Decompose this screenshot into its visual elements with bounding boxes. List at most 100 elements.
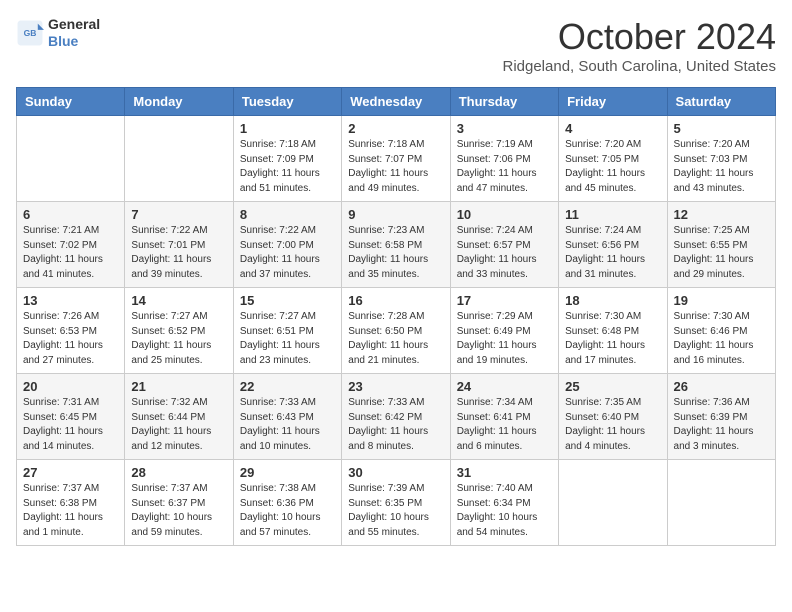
day-info: Sunrise: 7:33 AM Sunset: 6:42 PM Dayligh… xyxy=(348,396,443,454)
svg-text:GB: GB xyxy=(24,28,37,38)
day-info: Sunrise: 7:33 AM Sunset: 6:43 PM Dayligh… xyxy=(240,396,335,454)
day-info: Sunrise: 7:22 AM Sunset: 7:01 PM Dayligh… xyxy=(131,224,226,282)
day-info: Sunrise: 7:35 AM Sunset: 6:40 PM Dayligh… xyxy=(565,396,660,454)
logo-line1: General xyxy=(48,16,100,33)
day-info: Sunrise: 7:25 AM Sunset: 6:55 PM Dayligh… xyxy=(674,224,769,282)
calendar-cell-w1d2: 8 Sunrise: 7:22 AM Sunset: 7:00 PM Daylig… xyxy=(233,202,341,288)
day-number: 29 xyxy=(240,465,335,480)
day-number: 22 xyxy=(240,379,335,394)
calendar-cell-w1d1: 7 Sunrise: 7:22 AM Sunset: 7:01 PM Daylig… xyxy=(125,202,233,288)
day-number: 12 xyxy=(674,207,769,222)
day-number: 28 xyxy=(131,465,226,480)
calendar-cell-w3d1: 21 Sunrise: 7:32 AM Sunset: 6:44 PM Dayli… xyxy=(125,374,233,460)
day-info: Sunrise: 7:22 AM Sunset: 7:00 PM Dayligh… xyxy=(240,224,335,282)
calendar-cell-w4d3: 30 Sunrise: 7:39 AM Sunset: 6:35 PM Dayli… xyxy=(342,460,450,546)
calendar-cell-w0d1 xyxy=(125,116,233,202)
day-info: Sunrise: 7:18 AM Sunset: 7:07 PM Dayligh… xyxy=(348,138,443,196)
day-info: Sunrise: 7:36 AM Sunset: 6:39 PM Dayligh… xyxy=(674,396,769,454)
weekday-header-saturday: Saturday xyxy=(667,88,775,116)
calendar-cell-w2d0: 13Sunrise: 7:26 AM Sunset: 6:53 PM Dayli… xyxy=(17,288,125,374)
calendar-cell-w2d4: 17 Sunrise: 7:29 AM Sunset: 6:49 PM Dayli… xyxy=(450,288,558,374)
calendar-cell-w1d6: 12 Sunrise: 7:25 AM Sunset: 6:55 PM Dayli… xyxy=(667,202,775,288)
day-number: 9 xyxy=(348,207,443,222)
calendar-cell-w3d6: 26 Sunrise: 7:36 AM Sunset: 6:39 PM Dayli… xyxy=(667,374,775,460)
calendar-cell-w0d2: 1 Sunrise: 7:18 AM Sunset: 7:09 PM Daylig… xyxy=(233,116,341,202)
calendar-cell-w0d5: 4 Sunrise: 7:20 AM Sunset: 7:05 PM Daylig… xyxy=(559,116,667,202)
day-number: 25 xyxy=(565,379,660,394)
day-number: 14 xyxy=(131,293,226,308)
calendar-cell-w1d4: 10 Sunrise: 7:24 AM Sunset: 6:57 PM Dayli… xyxy=(450,202,558,288)
day-number: 11 xyxy=(565,207,660,222)
calendar-cell-w2d1: 14 Sunrise: 7:27 AM Sunset: 6:52 PM Dayli… xyxy=(125,288,233,374)
day-info: Sunrise: 7:24 AM Sunset: 6:57 PM Dayligh… xyxy=(457,224,552,282)
day-info: Sunrise: 7:20 AM Sunset: 7:03 PM Dayligh… xyxy=(674,138,769,196)
day-number: 26 xyxy=(674,379,769,394)
day-number: 31 xyxy=(457,465,552,480)
title-block: October 2024 Ridgeland, South Carolina, … xyxy=(502,16,776,75)
calendar-cell-w4d6 xyxy=(667,460,775,546)
day-number: 21 xyxy=(131,379,226,394)
calendar-cell-w1d5: 11 Sunrise: 7:24 AM Sunset: 6:56 PM Dayli… xyxy=(559,202,667,288)
day-info: Sunrise: 7:40 AM Sunset: 6:34 PM Dayligh… xyxy=(457,482,552,540)
day-info: Sunrise: 7:20 AM Sunset: 7:05 PM Dayligh… xyxy=(565,138,660,196)
weekday-header-friday: Friday xyxy=(559,88,667,116)
day-number: 17 xyxy=(457,293,552,308)
day-number: 10 xyxy=(457,207,552,222)
day-number: 15 xyxy=(240,293,335,308)
day-info: Sunrise: 7:27 AM Sunset: 6:51 PM Dayligh… xyxy=(240,310,335,368)
day-info: Sunrise: 7:31 AM Sunset: 6:45 PM Dayligh… xyxy=(23,396,118,454)
calendar-cell-w1d3: 9 Sunrise: 7:23 AM Sunset: 6:58 PM Daylig… xyxy=(342,202,450,288)
location: Ridgeland, South Carolina, United States xyxy=(502,58,776,75)
weekday-header-wednesday: Wednesday xyxy=(342,88,450,116)
day-number: 7 xyxy=(131,207,226,222)
calendar-cell-w3d3: 23 Sunrise: 7:33 AM Sunset: 6:42 PM Dayli… xyxy=(342,374,450,460)
day-info: Sunrise: 7:37 AM Sunset: 6:37 PM Dayligh… xyxy=(131,482,226,540)
day-number: 27 xyxy=(23,465,118,480)
day-number: 30 xyxy=(348,465,443,480)
day-number: 19 xyxy=(674,293,769,308)
day-info: Sunrise: 7:28 AM Sunset: 6:50 PM Dayligh… xyxy=(348,310,443,368)
day-info: Sunrise: 7:19 AM Sunset: 7:06 PM Dayligh… xyxy=(457,138,552,196)
day-info: Sunrise: 7:27 AM Sunset: 6:52 PM Dayligh… xyxy=(131,310,226,368)
calendar-cell-w1d0: 6Sunrise: 7:21 AM Sunset: 7:02 PM Daylig… xyxy=(17,202,125,288)
logo-line2: Blue xyxy=(48,33,100,50)
calendar-cell-w0d3: 2Sunrise: 7:18 AM Sunset: 7:07 PM Daylig… xyxy=(342,116,450,202)
day-number: 4 xyxy=(565,121,660,136)
day-number: 8 xyxy=(240,207,335,222)
day-info: Sunrise: 7:32 AM Sunset: 6:44 PM Dayligh… xyxy=(131,396,226,454)
calendar-cell-w3d0: 20Sunrise: 7:31 AM Sunset: 6:45 PM Dayli… xyxy=(17,374,125,460)
day-info: Sunrise: 7:39 AM Sunset: 6:35 PM Dayligh… xyxy=(348,482,443,540)
day-info: Sunrise: 7:18 AM Sunset: 7:09 PM Dayligh… xyxy=(240,138,335,196)
calendar-cell-w0d6: 5 Sunrise: 7:20 AM Sunset: 7:03 PM Daylig… xyxy=(667,116,775,202)
weekday-header-thursday: Thursday xyxy=(450,88,558,116)
calendar-cell-w2d2: 15 Sunrise: 7:27 AM Sunset: 6:51 PM Dayli… xyxy=(233,288,341,374)
calendar-cell-w3d2: 22 Sunrise: 7:33 AM Sunset: 6:43 PM Dayli… xyxy=(233,374,341,460)
calendar-cell-w3d4: 24 Sunrise: 7:34 AM Sunset: 6:41 PM Dayli… xyxy=(450,374,558,460)
calendar-cell-w2d5: 18 Sunrise: 7:30 AM Sunset: 6:48 PM Dayli… xyxy=(559,288,667,374)
day-info: Sunrise: 7:26 AM Sunset: 6:53 PM Dayligh… xyxy=(23,310,118,368)
day-info: Sunrise: 7:29 AM Sunset: 6:49 PM Dayligh… xyxy=(457,310,552,368)
day-number: 16 xyxy=(348,293,443,308)
calendar-cell-w4d4: 31 Sunrise: 7:40 AM Sunset: 6:34 PM Dayli… xyxy=(450,460,558,546)
weekday-header-sunday: Sunday xyxy=(17,88,125,116)
logo-icon: GB xyxy=(16,19,44,47)
page-header: GB General Blue October 2024 Ridgeland, … xyxy=(16,16,776,75)
day-info: Sunrise: 7:30 AM Sunset: 6:48 PM Dayligh… xyxy=(565,310,660,368)
weekday-header-tuesday: Tuesday xyxy=(233,88,341,116)
calendar-cell-w3d5: 25 Sunrise: 7:35 AM Sunset: 6:40 PM Dayli… xyxy=(559,374,667,460)
calendar-cell-w4d2: 29Sunrise: 7:38 AM Sunset: 6:36 PM Dayli… xyxy=(233,460,341,546)
day-number: 1 xyxy=(240,121,335,136)
calendar-cell-w2d6: 19Sunrise: 7:30 AM Sunset: 6:46 PM Dayli… xyxy=(667,288,775,374)
day-info: Sunrise: 7:23 AM Sunset: 6:58 PM Dayligh… xyxy=(348,224,443,282)
calendar: SundayMondayTuesdayWednesdayThursdayFrid… xyxy=(16,87,776,546)
day-number: 18 xyxy=(565,293,660,308)
day-info: Sunrise: 7:24 AM Sunset: 6:56 PM Dayligh… xyxy=(565,224,660,282)
calendar-cell-w4d1: 28 Sunrise: 7:37 AM Sunset: 6:37 PM Dayli… xyxy=(125,460,233,546)
day-number: 3 xyxy=(457,121,552,136)
day-number: 24 xyxy=(457,379,552,394)
calendar-cell-w0d0 xyxy=(17,116,125,202)
day-info: Sunrise: 7:37 AM Sunset: 6:38 PM Dayligh… xyxy=(23,482,118,540)
day-info: Sunrise: 7:34 AM Sunset: 6:41 PM Dayligh… xyxy=(457,396,552,454)
day-number: 5 xyxy=(674,121,769,136)
day-number: 23 xyxy=(348,379,443,394)
